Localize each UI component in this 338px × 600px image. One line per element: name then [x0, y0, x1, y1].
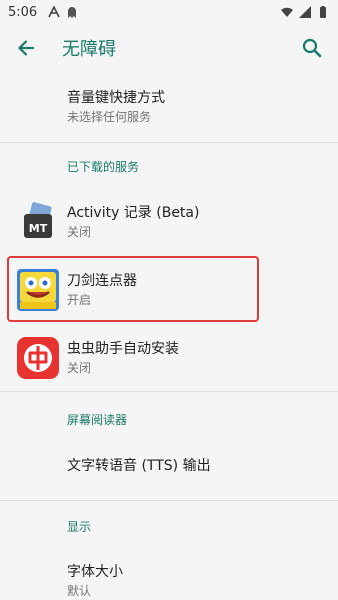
ghost-icon [68, 7, 77, 18]
volume-shortcut-texts: 音量键快捷方式 未选择任何服务 [67, 88, 165, 126]
battery-icon [320, 6, 326, 18]
volume-shortcut-title: 音量键快捷方式 [67, 90, 165, 106]
font-size-title: 字体大小 [67, 564, 123, 580]
screen-reader-header: 屏幕阅读器 [67, 412, 128, 427]
service-item-activity[interactable]: MT Activity 记录 (Beta) 关闭 [0, 189, 338, 255]
signal-icon [299, 6, 311, 18]
service-item-chongchong-texts: 虫虫助手自动安装 关闭 [67, 339, 179, 377]
arrow-back-icon [18, 40, 35, 56]
status-bar-right [280, 5, 330, 19]
service-status: 关闭 [67, 361, 92, 375]
display-header: 显示 [67, 519, 92, 534]
page-title: 无障碍 [62, 39, 116, 60]
service-item-daojian-texts: 刀剑连点器 开启 [67, 271, 137, 309]
font-size-texts: 字体大小 默认 [67, 562, 123, 600]
back-button[interactable] [12, 34, 40, 62]
service-title: Activity 记录 (Beta) [67, 205, 200, 221]
downloaded-services-header: 已下载的服务 [67, 159, 140, 174]
search-button[interactable] [298, 34, 326, 62]
service-item-activity-texts: Activity 记录 (Beta) 关闭 [67, 203, 199, 241]
status-bar-left: 5:06 [8, 5, 79, 20]
volume-shortcut-subtitle: 未选择任何服务 [67, 110, 152, 124]
service-status: 开启 [67, 293, 92, 307]
svg-text:MT: MT [29, 222, 48, 235]
tts-output-texts: 文字转语音 (TTS) 输出 [67, 456, 211, 476]
service-item-chongchong[interactable]: 虫虫助手自动安装 关闭 [0, 325, 338, 391]
mt-app-icon: MT [16, 200, 60, 244]
status-bar: 5:06 [0, 0, 338, 24]
tts-output-item[interactable]: 文字转语音 (TTS) 输出 [0, 446, 338, 486]
font-size-subtitle: 默认 [67, 584, 92, 598]
chongchong-app-icon [16, 336, 60, 380]
wifi-icon [281, 7, 293, 17]
accessibility-settings-screen: 5:06 无障碍 音量键快捷方式 未选择任何服务 已下载的服务 MT Activ… [0, 0, 338, 600]
spongebob-app-icon [16, 268, 60, 312]
tts-output-title: 文字转语音 (TTS) 输出 [67, 458, 211, 474]
font-size-item[interactable]: 字体大小 默认 [0, 551, 338, 600]
service-title: 虫虫助手自动安装 [67, 341, 179, 357]
volume-shortcut-item[interactable]: 音量键快捷方式 未选择任何服务 [0, 72, 338, 142]
status-time: 5:06 [8, 4, 38, 20]
a-icon [48, 5, 60, 18]
service-title: 刀剑连点器 [67, 273, 137, 289]
service-item-daojian[interactable]: 刀剑连点器 开启 [0, 255, 338, 325]
app-bar: 无障碍 [0, 24, 338, 72]
service-status: 关闭 [67, 225, 92, 239]
search-icon [302, 38, 322, 58]
